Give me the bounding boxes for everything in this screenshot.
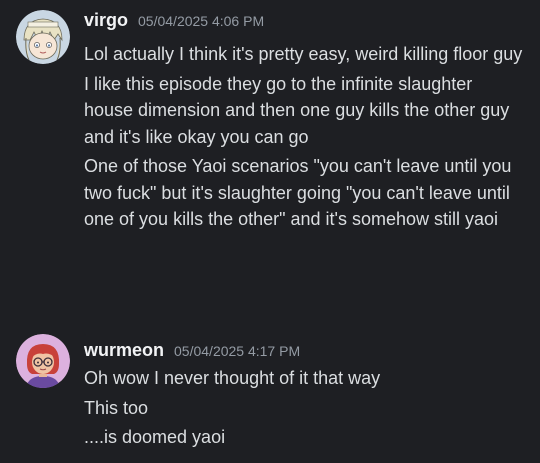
message-text: ....is doomed yaoi xyxy=(84,427,226,447)
message-header: wurmeon 05/04/2025 4:17 PM xyxy=(84,340,300,364)
message-text: Oh wow I never thought of it that way xyxy=(84,368,381,388)
username[interactable]: wurmeon xyxy=(84,340,164,361)
message-list: Oh wow I never thought of it that way Th… xyxy=(84,365,524,454)
message-text: Lol actually I think it's pretty easy, w… xyxy=(84,44,523,64)
timestamp[interactable]: 05/04/2025 4:06 PM xyxy=(138,13,264,29)
message-group-wurmeon: wurmeon 05/04/2025 4:17 PM Oh wow I neve… xyxy=(0,330,540,463)
user-avatar-icon[interactable] xyxy=(16,334,70,388)
username[interactable]: virgo xyxy=(84,10,128,31)
message-group-virgo: virgo 05/04/2025 4:06 PM Lol actually I … xyxy=(0,0,540,320)
message-text: One of those Yaoi scenarios "you can't l… xyxy=(84,156,512,229)
message-header: virgo 05/04/2025 4:06 PM xyxy=(84,10,264,34)
message-text: This too xyxy=(84,397,149,418)
message-text: I like this episode they go to the infin… xyxy=(84,73,510,147)
message-list: Lol actually I think it's pretty easy, w… xyxy=(84,41,524,236)
user-avatar-icon[interactable] xyxy=(16,10,70,64)
timestamp[interactable]: 05/04/2025 4:17 PM xyxy=(174,343,300,359)
